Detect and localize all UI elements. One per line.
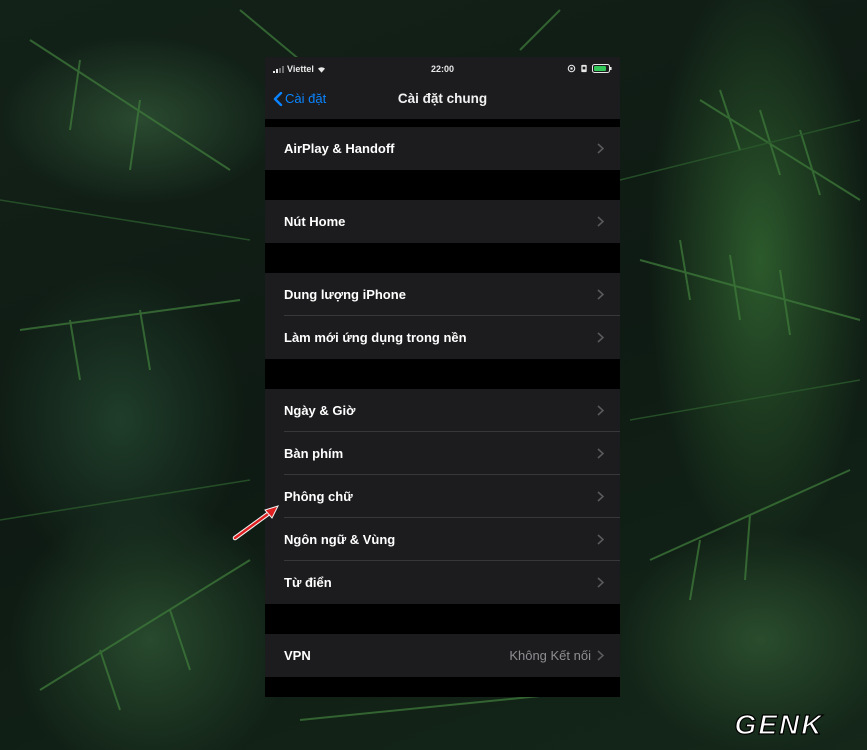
- genk-logo: GENK: [734, 708, 824, 740]
- chevron-right-icon: [597, 491, 604, 502]
- status-icons: [567, 64, 612, 73]
- chevron-right-icon: [597, 143, 604, 154]
- vpn-status: Không Kết nối: [509, 648, 591, 663]
- chevron-right-icon: [597, 405, 604, 416]
- settings-row-date-time[interactable]: Ngày & Giờ: [265, 389, 620, 432]
- settings-row-iphone-storage[interactable]: Dung lượng iPhone: [265, 273, 620, 316]
- battery-icon: [592, 64, 612, 73]
- chevron-right-icon: [597, 577, 604, 588]
- status-bar: Viettel 22:00: [265, 57, 620, 83]
- settings-group-vpn: VPN Không Kết nối: [265, 634, 620, 677]
- settings-row-language-region[interactable]: Ngôn ngữ & Vùng: [265, 518, 620, 561]
- orientation-lock-icon: [567, 64, 576, 73]
- settings-row-dictionary[interactable]: Từ điển: [265, 561, 620, 604]
- settings-row-home-button[interactable]: Nút Home: [265, 200, 620, 243]
- alarm-icon: [581, 64, 587, 73]
- section-gap: [265, 677, 620, 697]
- section-gap: [265, 243, 620, 273]
- chevron-right-icon: [597, 289, 604, 300]
- settings-group-storage: Dung lượng iPhone Làm mới ứng dụng trong…: [265, 273, 620, 359]
- chevron-right-icon: [597, 332, 604, 343]
- settings-group-home: Nút Home: [265, 200, 620, 243]
- annotation-arrow-icon: [232, 505, 279, 541]
- settings-group-airplay: AirPlay & Handoff: [265, 127, 620, 170]
- row-label: Từ điển: [284, 575, 332, 590]
- row-label: Nút Home: [284, 214, 346, 229]
- row-label: Ngôn ngữ & Vùng: [284, 532, 396, 547]
- row-label: Ngày & Giờ: [284, 403, 356, 418]
- page-title: Cài đặt chung: [397, 91, 488, 106]
- settings-group-locale: Ngày & Giờ Bàn phím Phông chữ Ngôn ngữ &…: [265, 389, 620, 604]
- chevron-right-icon: [597, 650, 604, 661]
- row-label: Phông chữ: [284, 489, 353, 504]
- settings-row-vpn[interactable]: VPN Không Kết nối: [265, 634, 620, 677]
- settings-row-background-app-refresh[interactable]: Làm mới ứng dụng trong nền: [265, 316, 620, 359]
- chevron-right-icon: [597, 534, 604, 545]
- settings-row-airplay-handoff[interactable]: AirPlay & Handoff: [265, 127, 620, 170]
- section-gap: [265, 604, 620, 634]
- section-gap: [265, 119, 620, 127]
- row-label: VPN: [284, 648, 311, 663]
- section-gap: [265, 359, 620, 389]
- phone-screen: Viettel 22:00 Cài đặt Cài đặt chung AirP…: [265, 57, 620, 697]
- row-label: Làm mới ứng dụng trong nền: [284, 330, 467, 345]
- row-label: AirPlay & Handoff: [284, 141, 395, 156]
- row-label: Bàn phím: [284, 446, 344, 461]
- navigation-bar: Cài đặt Cài đặt chung: [265, 83, 620, 119]
- chevron-right-icon: [597, 216, 604, 227]
- section-gap: [265, 170, 620, 200]
- settings-row-fonts[interactable]: Phông chữ: [265, 475, 620, 518]
- chevron-right-icon: [597, 448, 604, 459]
- watermark-text: GENK: [735, 709, 824, 740]
- row-label: Dung lượng iPhone: [284, 287, 406, 302]
- settings-row-keyboard[interactable]: Bàn phím: [265, 432, 620, 475]
